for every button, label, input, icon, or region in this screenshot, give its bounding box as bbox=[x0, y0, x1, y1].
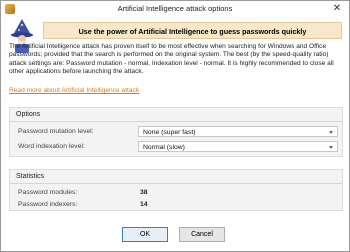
ok-button[interactable]: OK bbox=[122, 227, 168, 242]
password-modules-value: 38 bbox=[140, 189, 148, 196]
indexation-level-label: Word indexation level: bbox=[18, 143, 85, 150]
description-text: The Artificial Intelligence attack has p… bbox=[9, 43, 334, 76]
mutation-level-label: Password mutation level: bbox=[18, 128, 94, 135]
options-divider bbox=[10, 121, 342, 122]
close-icon[interactable]: ✕ bbox=[330, 2, 344, 15]
mutation-level-select[interactable]: None (super fast) bbox=[138, 126, 338, 137]
statistics-title: Statistics bbox=[16, 173, 45, 180]
indexation-level-value: Normal (slow) bbox=[143, 143, 185, 151]
banner-text: Use the power of Artificial Intelligence… bbox=[78, 27, 307, 36]
password-modules-label: Password modules: bbox=[18, 189, 78, 196]
window-title: Artificial Intelligence attack options bbox=[117, 4, 233, 13]
dialog-window: Artificial Intelligence attack options ✕… bbox=[0, 0, 350, 252]
statistics-group: Statistics Password modules: 38 Password… bbox=[9, 169, 343, 211]
chevron-down-icon bbox=[329, 131, 333, 134]
indexation-level-select[interactable]: Normal (slow) bbox=[138, 141, 338, 152]
chevron-down-icon bbox=[329, 146, 333, 149]
options-group: Options Password mutation level: None (s… bbox=[9, 107, 343, 157]
banner: Use the power of Artificial Intelligence… bbox=[43, 22, 342, 39]
options-title: Options bbox=[16, 111, 41, 118]
mutation-level-value: None (super fast) bbox=[143, 128, 196, 136]
title-bar: Artificial Intelligence attack options ✕ bbox=[1, 1, 349, 17]
cancel-button[interactable]: Cancel bbox=[179, 227, 225, 242]
statistics-divider bbox=[10, 183, 342, 184]
password-indexers-value: 14 bbox=[140, 201, 148, 208]
password-indexers-label: Password indexers: bbox=[18, 201, 78, 208]
read-more-link[interactable]: Read more about Artificial Intelligence … bbox=[9, 87, 139, 94]
